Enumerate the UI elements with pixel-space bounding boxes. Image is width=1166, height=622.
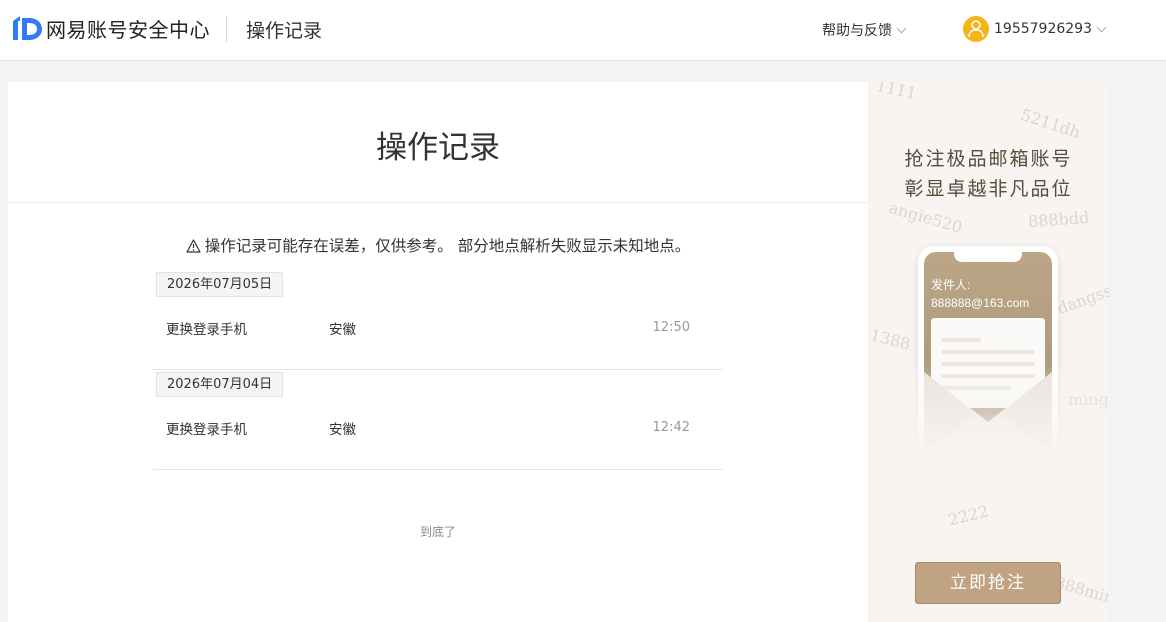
chevron-down-icon xyxy=(896,23,907,33)
record-group: 2026年07月05日 更换登录手机 安徽 12:50 xyxy=(153,270,723,370)
brand-logo[interactable]: 网易账号安全中心 xyxy=(12,14,210,43)
phone-notch xyxy=(954,252,1022,262)
operation-records-panel: 操作记录 操作记录可能存在误差，仅供参考。 部分地点解析失败显示未知地点。 20… xyxy=(8,82,868,622)
watermark-text: dangss xyxy=(1054,280,1109,319)
record-action: 更换登录手机 xyxy=(166,322,247,338)
avatar xyxy=(963,16,989,42)
watermark-text: 5211dh xyxy=(1018,104,1083,143)
watermark-text: 2222 xyxy=(946,501,991,530)
record-row: 更换登录手机 安徽 12:50 xyxy=(153,314,723,338)
phone-fade xyxy=(868,362,1109,482)
record-row: 更换登录手机 安徽 12:42 xyxy=(153,414,723,438)
email-ad-banner[interactable]: 1111 5211dh angie520 888bdd 1388 dangss … xyxy=(868,82,1109,622)
record-date: 2026年07月04日 xyxy=(156,372,284,397)
top-header: 网易账号安全中心 操作记录 帮助与反馈 19557926293 xyxy=(0,0,1166,61)
brand-name: 网易账号安全中心 xyxy=(46,18,210,42)
watermark-text: 888ming xyxy=(1052,572,1109,611)
record-location: 安徽 xyxy=(329,322,356,338)
record-date: 2026年07月05日 xyxy=(156,272,284,297)
ad-subheadline: 彰显卓越非凡品位 xyxy=(904,178,1073,200)
record-group: 2026年07月04日 更换登录手机 安徽 12:42 xyxy=(153,370,723,470)
register-now-button[interactable]: 立即抢注 xyxy=(915,562,1061,604)
record-list: 2026年07月05日 更换登录手机 安徽 12:50 2026年07月04日 … xyxy=(153,270,723,470)
netease-id-logo-icon xyxy=(13,15,42,40)
header-page-title: 操作记录 xyxy=(246,20,323,42)
page-title: 操作记录 xyxy=(376,130,500,166)
sender-label: 发件人: xyxy=(931,278,971,292)
watermark-text: angie520 xyxy=(886,198,965,237)
record-location: 安徽 xyxy=(329,422,356,438)
help-feedback-label: 帮助与反馈 xyxy=(822,23,892,39)
header-divider xyxy=(226,16,227,42)
username: 19557926293 xyxy=(994,21,1092,37)
sender-email: 888888@163.com xyxy=(931,296,1030,310)
user-menu[interactable]: 19557926293 xyxy=(963,16,1107,42)
user-icon xyxy=(968,20,984,38)
notice-text: 操作记录可能存在误差，仅供参考。 部分地点解析失败显示未知地点。 xyxy=(8,234,868,256)
title-divider xyxy=(8,202,868,203)
watermark-text: 1111 xyxy=(874,82,919,104)
record-time: 12:50 xyxy=(652,320,690,335)
record-action: 更换登录手机 xyxy=(166,422,247,438)
watermark-text: 1388 xyxy=(868,325,913,354)
chevron-down-icon xyxy=(1096,22,1107,32)
help-feedback-menu[interactable]: 帮助与反馈 xyxy=(822,20,907,40)
watermark-text: 888bdd xyxy=(1027,207,1090,232)
sender-info: 发件人: 888888@163.com xyxy=(931,276,1029,312)
ad-headline: 抢注极品邮箱账号 xyxy=(904,148,1073,170)
record-time: 12:42 xyxy=(652,420,690,435)
warning-icon xyxy=(186,239,201,253)
notice-label: 操作记录可能存在误差，仅供参考。 部分地点解析失败显示未知地点。 xyxy=(204,237,691,255)
end-of-list-text: 到底了 xyxy=(419,525,456,539)
